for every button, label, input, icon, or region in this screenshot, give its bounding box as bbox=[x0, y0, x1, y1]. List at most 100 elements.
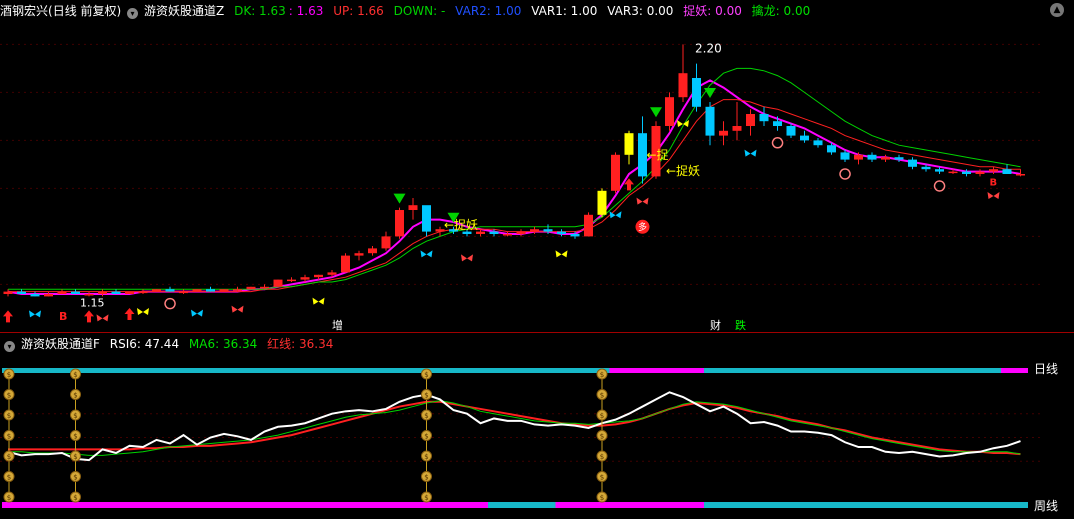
candle-body bbox=[813, 140, 823, 146]
drop-icon bbox=[933, 180, 946, 192]
main-annotations: 2.20 1.15 ←捉妖 ←捉 ←捉妖 多 B 增 财 跌 bbox=[59, 41, 746, 332]
candle-body bbox=[71, 291, 80, 294]
zeng-badge: 增 bbox=[332, 318, 343, 332]
chart-canvas[interactable]: B 2.20 1.15 ←捉妖 ←捉 ←捉妖 多 B 增 财 跌 $ $ $ $ $ $ $… bbox=[0, 0, 1074, 519]
money-bag-glyph: $ bbox=[73, 453, 77, 461]
money-bag-glyph: $ bbox=[600, 453, 604, 461]
candle-body bbox=[314, 274, 323, 278]
money-bag-glyph: $ bbox=[7, 494, 11, 502]
candle-body bbox=[773, 121, 782, 126]
butterfly-icon bbox=[191, 309, 203, 317]
butterfly-icon bbox=[461, 254, 473, 262]
moving-average-lines bbox=[7, 67, 1021, 295]
cai-badge: 财 bbox=[710, 318, 721, 332]
candle-body bbox=[503, 234, 512, 236]
money-bag-glyph: $ bbox=[600, 412, 604, 420]
candle-body bbox=[881, 157, 890, 160]
candle-body bbox=[152, 289, 161, 292]
money-bag-glyph: $ bbox=[7, 453, 11, 461]
candle-body bbox=[111, 291, 121, 294]
candle-body bbox=[98, 291, 107, 294]
chart-window: 酒钢宏兴(日线 前复权) ▾ 游资妖股通道Z DK: 1.63: 1.63 UP:… bbox=[0, 0, 1074, 519]
candle-body bbox=[489, 231, 499, 234]
money-bag-glyph: $ bbox=[73, 392, 77, 400]
low-price-label: 1.15 bbox=[80, 296, 105, 309]
weekly-band-segment bbox=[704, 502, 1028, 508]
money-bag-glyph: $ bbox=[424, 412, 428, 420]
candle-body bbox=[179, 291, 188, 294]
candle-body bbox=[759, 114, 769, 122]
signal-markers: B bbox=[3, 88, 1000, 323]
candle-body bbox=[665, 97, 674, 126]
candle-body bbox=[233, 289, 242, 291]
butterfly-icon bbox=[636, 197, 649, 205]
weekly-band-label: 周线 bbox=[1034, 499, 1058, 513]
butterfly-icon bbox=[29, 310, 41, 318]
sub-line-1 bbox=[7, 391, 1021, 462]
candle-body bbox=[3, 291, 13, 294]
candle-body bbox=[273, 279, 283, 287]
candle-body bbox=[84, 294, 94, 296]
money-bag-glyph: $ bbox=[7, 392, 11, 400]
drop-icon bbox=[164, 297, 176, 310]
candle-body bbox=[165, 289, 175, 292]
money-bag-glyph: $ bbox=[424, 392, 428, 400]
ma-line-1 bbox=[7, 79, 1021, 295]
butterfly-icon bbox=[555, 250, 568, 258]
candle-body bbox=[732, 126, 742, 131]
drop-icon bbox=[839, 168, 851, 180]
candle-body bbox=[219, 289, 229, 292]
candle-body bbox=[206, 289, 215, 292]
candle-body bbox=[692, 78, 701, 107]
candle-body bbox=[678, 73, 688, 98]
butterfly-icon bbox=[312, 297, 325, 305]
candle-body bbox=[125, 291, 134, 294]
sell-triangle-icon bbox=[704, 88, 716, 98]
butterfly-icon bbox=[987, 192, 1000, 199]
money-bag-glyph: $ bbox=[424, 494, 428, 502]
candle-body bbox=[908, 159, 917, 167]
candle-body bbox=[476, 231, 485, 234]
candlestick-series bbox=[3, 44, 1025, 297]
candle-body bbox=[827, 145, 836, 153]
zhuoyao-marker-2: ←捉 bbox=[647, 147, 669, 162]
ma-line-2 bbox=[8, 99, 1021, 293]
butterfly-icon bbox=[231, 305, 244, 313]
candle-body bbox=[962, 171, 971, 174]
candle-body bbox=[516, 231, 526, 234]
money-bag-glyph: $ bbox=[424, 371, 428, 379]
daily-band-segment bbox=[1001, 368, 1028, 373]
drop-icon bbox=[771, 137, 784, 149]
candle-body bbox=[462, 231, 472, 234]
money-bag-glyph: $ bbox=[73, 474, 77, 482]
money-bag-glyph: $ bbox=[73, 433, 77, 441]
candle-body bbox=[894, 157, 904, 160]
candle-body bbox=[935, 169, 944, 172]
candle-body bbox=[246, 286, 256, 290]
candle-body bbox=[44, 294, 53, 297]
butterfly-icon bbox=[609, 211, 622, 219]
money-bag-glyph: $ bbox=[7, 433, 11, 441]
candle-body bbox=[921, 166, 931, 170]
money-bag-glyph: $ bbox=[73, 494, 77, 502]
weekly-band-segment bbox=[2, 502, 488, 508]
daily-band-segment bbox=[704, 368, 1001, 373]
candle-body bbox=[867, 154, 877, 160]
buy-arrow-icon bbox=[84, 310, 94, 323]
money-bag-glyph: $ bbox=[7, 474, 11, 482]
candle-body bbox=[1002, 169, 1012, 174]
zhuoyao-marker-1: ←捉妖 bbox=[444, 217, 478, 232]
candle-body bbox=[327, 272, 337, 275]
candle-body bbox=[557, 231, 566, 234]
money-bag-glyph: $ bbox=[424, 474, 428, 482]
duo-badge-text: 多 bbox=[638, 221, 647, 233]
money-bag-glyph: $ bbox=[600, 392, 604, 400]
candle-body bbox=[543, 229, 553, 232]
candle-body bbox=[300, 277, 310, 280]
candle-body bbox=[840, 152, 850, 160]
candle-body bbox=[597, 190, 607, 215]
candle-body bbox=[368, 248, 377, 254]
money-bag-glyph: $ bbox=[73, 412, 77, 420]
candle-body bbox=[975, 171, 985, 174]
candle-body bbox=[948, 171, 958, 174]
